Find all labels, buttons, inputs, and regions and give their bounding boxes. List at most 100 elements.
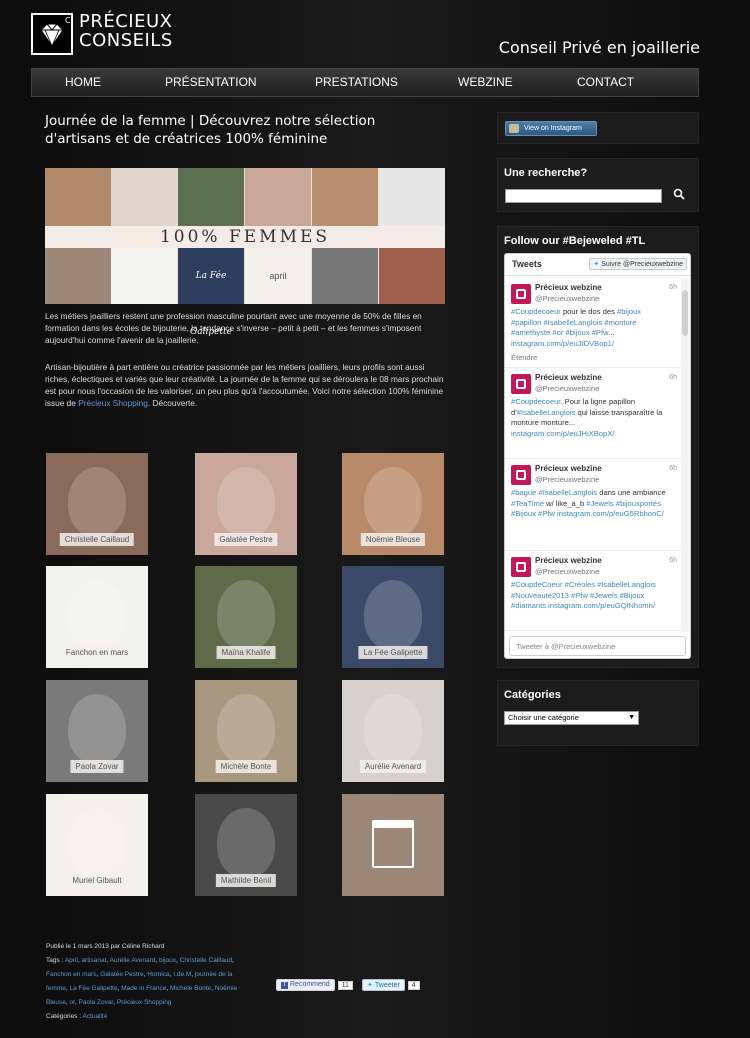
tweet-item[interactable]: Précieux webzine @Precieuxwebzine 6h #Coupd… <box>505 278 683 368</box>
portrait-image <box>68 467 126 537</box>
avatar[interactable] <box>511 465 531 485</box>
portrait-tile[interactable]: Aurélie Avenard <box>342 680 444 782</box>
tweet-time[interactable]: 6h <box>669 557 677 564</box>
search-icon[interactable] <box>670 187 688 205</box>
portrait-tile[interactable]: Galatée Pestre <box>195 453 297 555</box>
tag-link[interactable]: Fanchon en mars <box>46 971 97 978</box>
tweet-time[interactable]: 6h <box>669 284 677 291</box>
tweet-link[interactable]: #Coupdecoeur <box>511 397 560 406</box>
tweet-time[interactable]: 6h <box>669 465 677 472</box>
portrait-tile[interactable]: La Fée Galipette <box>342 566 444 668</box>
precieux-shopping-link[interactable]: Précieux Shopping <box>78 398 148 408</box>
search-input[interactable] <box>505 189 662 203</box>
expand-tweet-link[interactable]: Étendre <box>511 353 537 362</box>
tweet-link[interactable]: #Pfw <box>571 591 588 600</box>
logo-diamond-icon[interactable]: C <box>31 13 73 55</box>
tweet-link[interactable]: #monture <box>604 318 636 327</box>
hero-banner-text: 100% FEMMES <box>45 226 445 248</box>
tweet-link[interactable]: instagram.com/p/euJHiXBopX/ <box>511 429 614 438</box>
tweet-link[interactable]: instagram.com/p/euG5RbhonC/ <box>557 509 664 518</box>
tweet-link[interactable]: #Pfw <box>538 509 555 518</box>
tag-link[interactable]: I.de.M <box>173 971 191 978</box>
nav-webzine[interactable]: WEBZINE <box>458 69 513 96</box>
portrait-tile[interactable]: Christelle Caillaud <box>46 453 148 555</box>
tweet-link[interactable]: #amethyste <box>511 328 550 337</box>
tweet-author[interactable]: Précieux webzine <box>535 373 602 382</box>
categories-line: Catégories : Actualité <box>46 1010 246 1024</box>
nav-contact[interactable]: CONTACT <box>577 69 634 96</box>
tag-link[interactable]: April <box>65 957 78 964</box>
tag-link[interactable]: Michele Bonte <box>170 985 211 992</box>
tweet-link[interactable]: #diamants <box>511 601 546 610</box>
tweet-link[interactable]: #Bijoux <box>620 591 645 600</box>
portrait-tile[interactable]: Paola Zovar <box>46 680 148 782</box>
portrait-tile[interactable]: Mathilde Bénil <box>195 794 297 896</box>
portrait-name: Noëmie Bleuse <box>360 533 426 546</box>
portrait-tile[interactable]: Maïna Khalife <box>195 566 297 668</box>
nav-home[interactable]: HOME <box>65 69 101 96</box>
article-title[interactable]: Journée de la femme | Découvrez notre sé… <box>45 112 445 148</box>
tag-link[interactable]: Aurélie Avenard <box>110 957 156 964</box>
category-link[interactable]: Actualité <box>83 1013 108 1020</box>
tag-link[interactable]: artisanat <box>81 957 106 964</box>
tweet-link[interactable]: instagram.com/p/euGQlNhomn/ <box>548 601 655 610</box>
tweet-link[interactable]: #Bijoux <box>511 509 536 518</box>
tweet-link[interactable]: #Pfw <box>592 328 608 337</box>
portrait-tile[interactable]: Noëmie Bleuse <box>342 453 444 555</box>
tweet-link[interactable]: #CoupdeCoeur <box>511 580 563 589</box>
portrait-tile[interactable] <box>342 794 444 896</box>
tweet-link[interactable]: #Créoles <box>565 580 595 589</box>
facebook-recommend-button[interactable]: f Recommend <box>276 979 335 991</box>
avatar[interactable] <box>511 557 531 577</box>
tweet-link[interactable]: #IsabelleLanglois <box>517 408 576 417</box>
tag-link[interactable]: Hornica <box>147 971 169 978</box>
tweet-author[interactable]: Précieux webzine <box>535 464 602 473</box>
portrait-tile[interactable]: Muriel Gibault <box>46 794 148 896</box>
tweet-item[interactable]: Précieux webzine @Precieuxwebzine 6h #bague… <box>505 459 683 551</box>
scrollbar-thumb[interactable] <box>682 290 688 336</box>
tweet-link[interactable]: #bijoux <box>566 328 590 337</box>
categories-select[interactable]: Choisir une catégorie ▼ <box>504 711 639 725</box>
tweet-link[interactable]: #bijouxportés <box>616 499 661 508</box>
tweet-author[interactable]: Précieux webzine <box>535 283 602 292</box>
tag-link[interactable]: Galatée Pestre <box>100 971 143 978</box>
view-on-instagram-button[interactable]: View on Instagram <box>505 121 597 136</box>
tweet-compose-input[interactable]: Tweeter à @Precieuxwebzine <box>509 636 686 656</box>
logo-text[interactable]: PRÉCIEUX CONSEILS <box>79 12 173 50</box>
tweet-link[interactable]: #Jewels <box>586 499 613 508</box>
tag-link[interactable]: Made in France <box>121 985 166 992</box>
tweet-link[interactable]: #TeaTime <box>511 499 544 508</box>
tweet-item[interactable]: Précieux webzine @Precieuxwebzine 6h #Coupd… <box>505 551 683 631</box>
tweet-scrollbar[interactable] <box>681 278 689 632</box>
nav-prestations[interactable]: PRESTATIONS <box>315 69 398 96</box>
tag-link[interactable]: Paola Zovar <box>79 999 114 1006</box>
tag-link[interactable]: bijoux <box>159 957 176 964</box>
nav-presentation[interactable]: PRÉSENTATION <box>165 69 257 96</box>
tag-link[interactable]: La Fée Galipette <box>70 985 118 992</box>
tweet-link[interactable]: #or <box>552 328 563 337</box>
tweet-link[interactable]: #IsabelleLanglois <box>538 488 597 497</box>
tweet-link[interactable]: instagram.com/p/euJtDVBop1/ <box>511 339 614 348</box>
tag-link[interactable]: Précieux Shopping <box>117 999 172 1006</box>
portrait-tile[interactable]: Michèle Bonte <box>195 680 297 782</box>
tweet-button[interactable]: ✦ Tweeter <box>362 979 405 991</box>
portrait-tile[interactable]: Fanchon en mars <box>46 566 148 668</box>
portrait-name: Muriel Gibault <box>67 874 127 887</box>
tweet-time[interactable]: 6h <box>669 374 677 381</box>
tag-link[interactable]: Christelle Caillaud <box>180 957 232 964</box>
tweet-link[interactable]: #IsabelleLanglois <box>544 318 603 327</box>
hero-bag-icon <box>45 248 111 304</box>
avatar[interactable] <box>511 374 531 394</box>
tweet-link[interactable]: #bijoux <box>617 307 641 316</box>
tweet-link[interactable]: #Jewels <box>590 591 617 600</box>
tag-link[interactable]: or <box>70 999 75 1006</box>
avatar[interactable] <box>511 284 531 304</box>
tweet-link[interactable]: #bague <box>511 488 536 497</box>
tweet-link[interactable]: #IsabelleLanglois <box>597 580 656 589</box>
follow-button[interactable]: ✦ Suivre @Precieuxwebzine <box>589 258 687 270</box>
tweet-link[interactable]: #papillon <box>511 318 541 327</box>
tweet-link[interactable]: #Nouveaute2013 <box>511 591 569 600</box>
tweet-link[interactable]: #Coupdecoeur <box>511 307 561 316</box>
tweet-item[interactable]: Précieux webzine @Precieuxwebzine 6h #Coupd… <box>505 368 683 459</box>
tweet-author[interactable]: Précieux webzine <box>535 556 602 565</box>
